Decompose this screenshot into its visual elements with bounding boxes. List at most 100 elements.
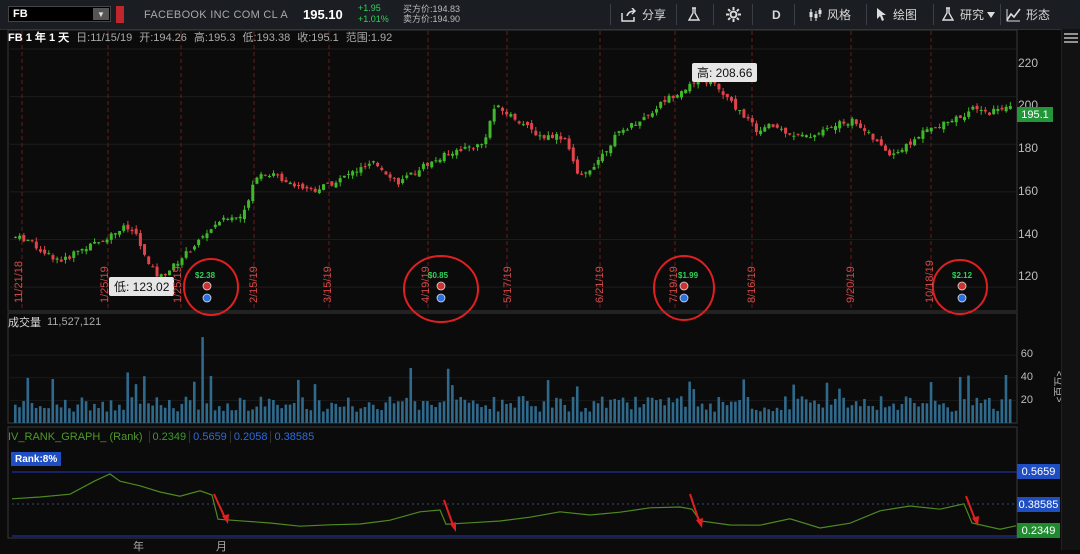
earnings-marker-icon[interactable] [957, 281, 967, 291]
volume-bar [742, 379, 746, 423]
candle-body [259, 174, 263, 179]
candle-body [729, 96, 733, 101]
volume-bar [775, 407, 779, 423]
volume-bar [759, 411, 762, 423]
flag-icon[interactable] [116, 6, 124, 23]
candle-body [559, 136, 563, 140]
volume-bar [130, 397, 134, 423]
drawing-button[interactable]: 绘图 [876, 0, 917, 29]
volume-bar [217, 406, 221, 423]
candle-body [788, 133, 792, 135]
dividend-marker-icon[interactable] [436, 293, 446, 303]
pattern-button[interactable]: 形态 [1006, 0, 1050, 29]
candle-body [484, 137, 488, 145]
volume-bar [734, 401, 737, 423]
candle-body [846, 124, 850, 126]
candle-body [68, 256, 72, 259]
candle-body [825, 127, 829, 129]
volume-value: 11,527,121 [47, 316, 102, 328]
volume-bar [446, 368, 450, 423]
candle-body [821, 129, 825, 136]
symbol-input[interactable]: FB ▼ [8, 6, 111, 22]
period-button[interactable]: D [772, 0, 781, 29]
volume-bar [538, 411, 542, 423]
right-scrollbar[interactable] [1061, 29, 1080, 550]
candle-body [942, 121, 946, 130]
volume-bar [176, 411, 179, 423]
candle-body [501, 107, 505, 111]
volume-bar [88, 410, 92, 423]
volume-bar [272, 399, 275, 423]
chevron-down-icon [987, 11, 996, 18]
volume-bar [492, 396, 496, 423]
volume-bar [888, 406, 891, 423]
candle-body [226, 218, 230, 220]
volume-bar [159, 405, 163, 423]
volume-bar [255, 406, 259, 423]
candle-body [754, 123, 758, 132]
iv-upper-tag: 0.5659 [1017, 464, 1060, 479]
volume-bar [351, 406, 354, 423]
flask-button[interactable] [687, 0, 701, 29]
study-button[interactable]: 研究 [941, 0, 1000, 29]
style-button[interactable]: 风格 [808, 0, 851, 29]
candle-body [908, 141, 912, 145]
candle-body [584, 172, 588, 174]
candle-body [642, 117, 646, 121]
volume-bar [908, 397, 912, 423]
candle-body [18, 235, 22, 239]
last-price: 195.10 [303, 7, 343, 22]
candle-body [63, 256, 67, 260]
bar-close: 收:195.1 [297, 32, 339, 44]
dividend-marker-icon[interactable] [679, 293, 689, 303]
bar-range: 范围:1.92 [345, 32, 393, 44]
candle-body [396, 177, 400, 185]
divider [794, 4, 795, 25]
dividend-marker-icon[interactable] [202, 293, 212, 303]
y-tick: 140 [1017, 227, 1038, 241]
iv-mid-tag: 0.38585 [1017, 497, 1060, 512]
candle-body [680, 91, 683, 98]
panel-timeframe[interactable]: 1 年 1 天 [26, 32, 69, 44]
volume-bar [675, 398, 679, 423]
candle-body [184, 251, 188, 258]
symbol-dropdown-icon[interactable]: ▼ [93, 8, 109, 20]
candle-body [625, 129, 629, 131]
expand-panel-icon[interactable] [1064, 33, 1078, 45]
candle-body [288, 182, 292, 185]
volume-bar [913, 403, 916, 423]
earnings-marker-icon[interactable] [436, 281, 446, 291]
earnings-marker-icon[interactable] [202, 281, 212, 291]
volume-bar [367, 402, 371, 423]
earnings-marker-icon[interactable] [679, 281, 689, 291]
volume-bar [921, 403, 925, 423]
candles [14, 75, 1012, 279]
candle-body [863, 128, 867, 132]
volume-bar [813, 400, 816, 423]
share-button[interactable]: 分享 [621, 0, 666, 29]
settings-button[interactable] [726, 0, 741, 29]
candle-body [867, 131, 871, 133]
earnings-highlight-circles [183, 255, 988, 323]
volume-bar [338, 406, 342, 423]
candle-body [767, 123, 771, 129]
candle-body [217, 221, 221, 226]
volume-bar [180, 403, 184, 423]
y-tick: 220 [1017, 56, 1038, 70]
divider [610, 4, 611, 25]
earnings-value: $1.99 [678, 271, 699, 280]
volume-bar [958, 376, 962, 423]
candle-body [84, 249, 88, 252]
volume-bar [842, 397, 845, 423]
volume-bar [550, 407, 554, 423]
candle-body [671, 95, 675, 99]
volume-bar [305, 409, 308, 423]
dividend-marker-icon[interactable] [957, 293, 967, 303]
volume-bar [784, 396, 787, 423]
volume-bar [451, 385, 454, 423]
candle-body [76, 250, 80, 252]
candle-body [925, 129, 929, 133]
volume-bar [979, 403, 983, 423]
candle-body [792, 135, 796, 137]
earnings-value: $2.12 [952, 271, 973, 280]
